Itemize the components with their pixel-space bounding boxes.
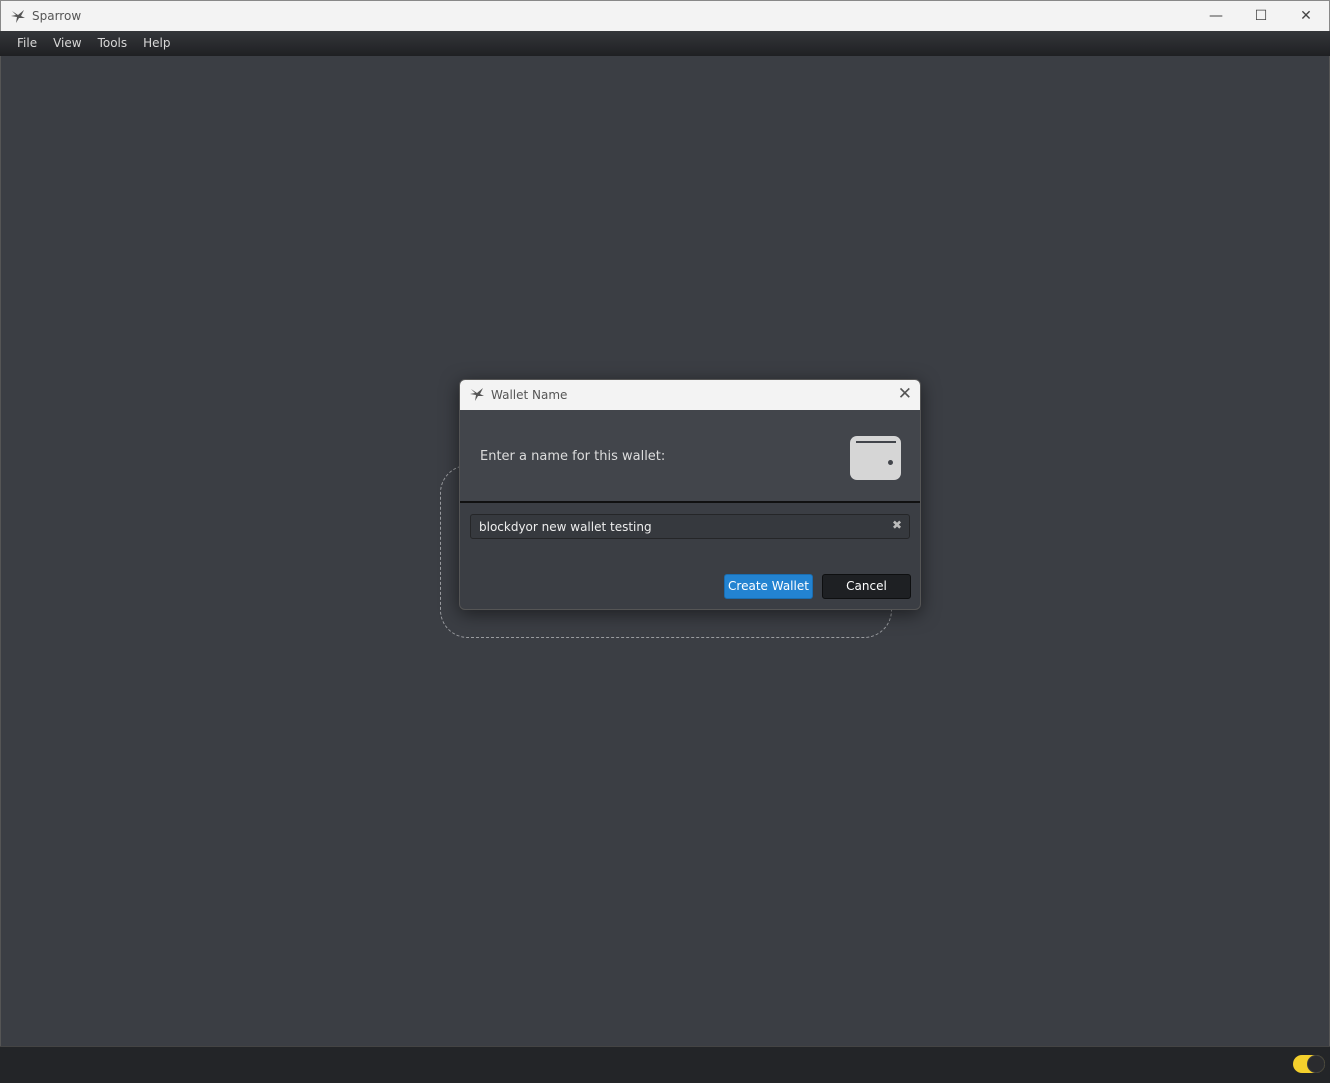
maximize-button[interactable]: ☐: [1238, 1, 1284, 32]
theme-toggle[interactable]: [1293, 1055, 1325, 1073]
status-bar: [0, 1046, 1330, 1083]
create-wallet-button[interactable]: Create Wallet: [724, 574, 813, 599]
maximize-icon: ☐: [1254, 8, 1268, 24]
minimize-icon: —: [1209, 8, 1223, 24]
menu-help[interactable]: Help: [135, 31, 178, 56]
window-title: Sparrow: [32, 9, 82, 23]
dialog-prompt: Enter a name for this wallet:: [480, 449, 666, 464]
dialog-title: Wallet Name: [491, 388, 568, 402]
close-button[interactable]: ✕: [1283, 1, 1329, 32]
minimize-button[interactable]: —: [1193, 1, 1239, 32]
toggle-knob: [1307, 1055, 1325, 1073]
menu-tools[interactable]: Tools: [90, 31, 136, 56]
menu-view[interactable]: View: [45, 31, 89, 56]
wallet-name-dialog: Wallet Name ✕ Enter a name for this wall…: [459, 379, 921, 610]
sparrow-logo-icon: [11, 10, 25, 23]
wallet-icon: [850, 436, 901, 480]
clear-input-icon[interactable]: ✖: [892, 518, 902, 532]
dialog-close-icon[interactable]: ✕: [898, 384, 912, 404]
sparrow-logo-icon: [470, 388, 484, 401]
close-icon: ✕: [1300, 8, 1312, 24]
window-titlebar: Sparrow — ☐ ✕: [0, 0, 1330, 31]
dialog-titlebar: Wallet Name ✕: [460, 380, 920, 410]
cancel-button[interactable]: Cancel: [822, 574, 911, 599]
menu-file[interactable]: File: [9, 31, 45, 56]
menu-bar: File View Tools Help: [0, 31, 1330, 56]
dialog-header: Enter a name for this wallet:: [460, 410, 920, 503]
wallet-name-input[interactable]: [470, 514, 910, 539]
